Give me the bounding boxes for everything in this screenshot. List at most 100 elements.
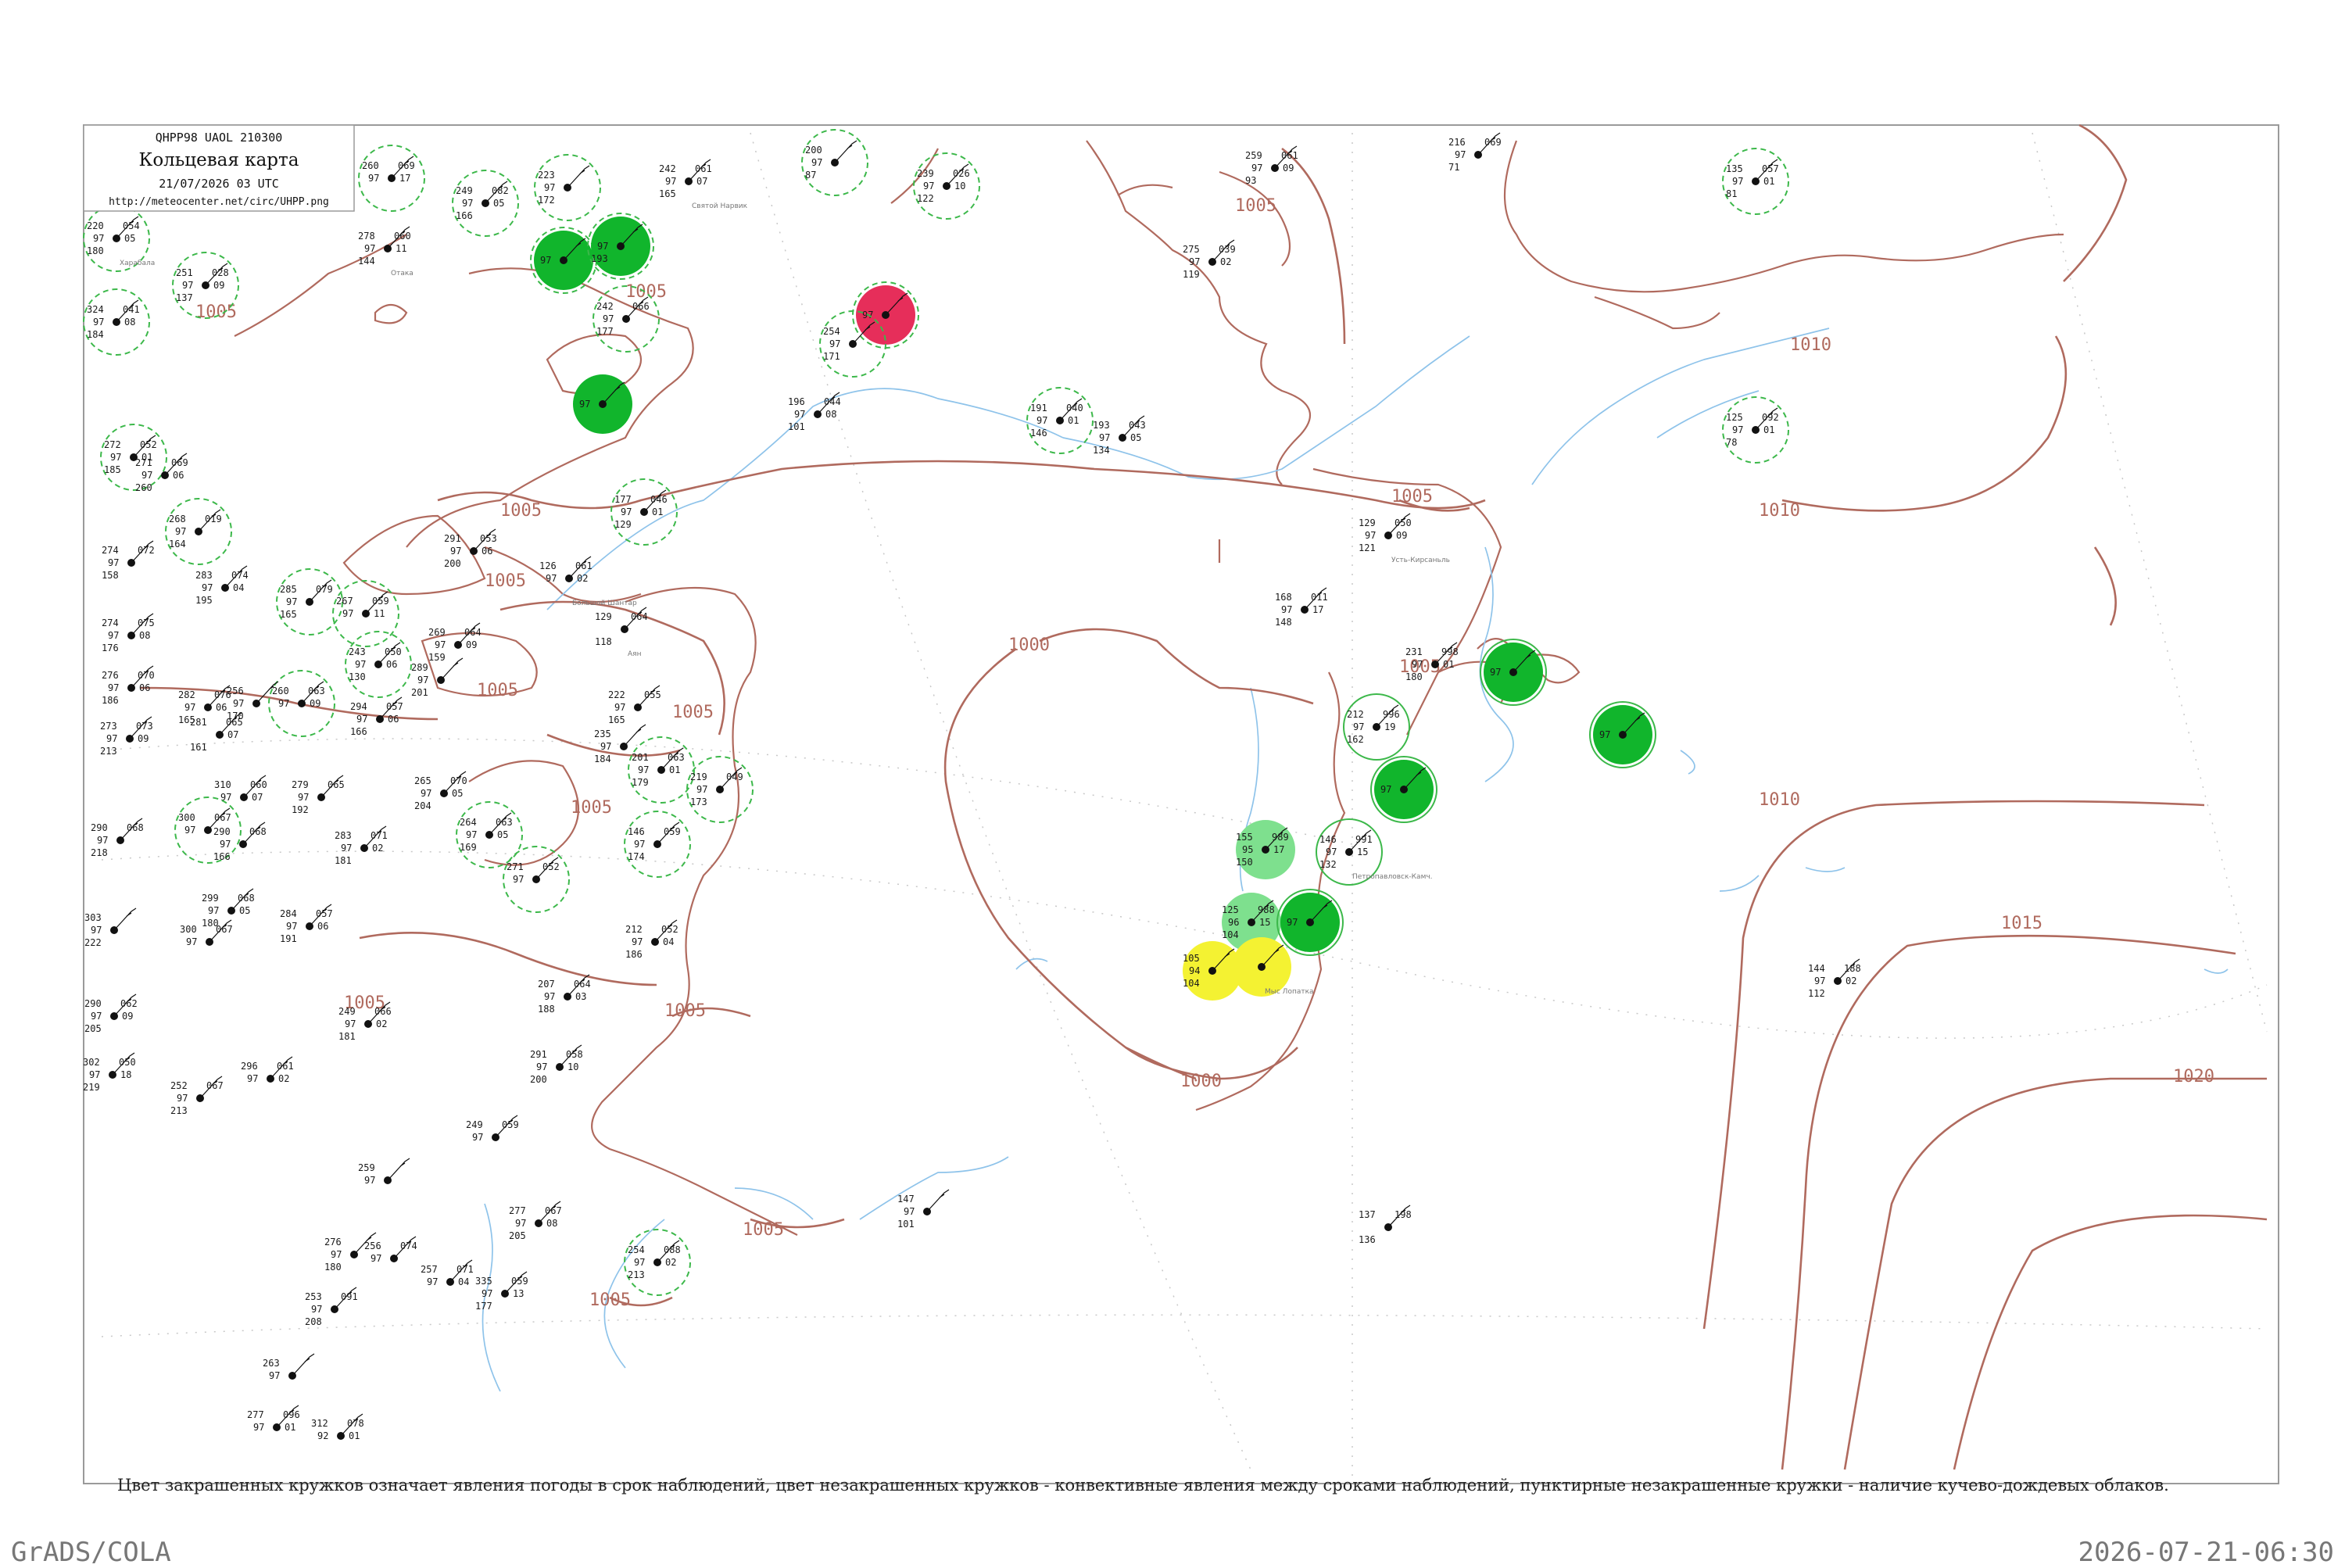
station-dewpoint: 201 [411, 687, 428, 698]
station-pressure: 300 [178, 812, 195, 823]
station-weather-code: 08 [825, 409, 836, 420]
isobar-label: 1005 [1391, 487, 1433, 507]
station-weather-code: 08 [546, 1218, 557, 1229]
station-temperature: 97 [1814, 976, 1825, 986]
station-name: Святой Нарвик [692, 202, 748, 210]
station-temperature: 97 [904, 1206, 915, 1217]
isobar-label: 1005 [664, 1001, 706, 1021]
station-dewpoint: 87 [805, 170, 816, 181]
station-pressure: 283 [335, 830, 352, 841]
station-temperature: 97 [371, 1253, 381, 1264]
station-dewpoint: 218 [91, 847, 108, 858]
isobar-label: 1005 [571, 798, 612, 818]
station-weather-code: 09 [1283, 163, 1294, 174]
station-pressure: 278 [358, 231, 375, 242]
station-temperature: 97 [364, 243, 375, 254]
station-pressure: 222 [608, 689, 625, 700]
station-pressure-tendency: 070 [450, 775, 467, 786]
station-pressure: 256 [227, 686, 244, 696]
station-pressure: 219 [690, 771, 707, 782]
station-temperature: 97 [345, 1018, 356, 1029]
station-temperature: 97 [298, 792, 309, 803]
station-pressure-tendency: 052 [661, 924, 678, 935]
station-pressure: 275 [1183, 244, 1200, 255]
isobar-label: 1005 [589, 1291, 631, 1310]
station-temperature: 97 [515, 1218, 526, 1229]
station-pressure: 200 [805, 145, 822, 156]
station-weather-code: 06 [386, 659, 397, 670]
station-pressure: 263 [263, 1358, 280, 1369]
station-weather-code: 03 [575, 991, 586, 1002]
station-dewpoint: 130 [349, 671, 366, 682]
station-temperature: 97 [110, 452, 121, 463]
station-pressure: 271 [507, 861, 524, 872]
station-dewpoint: 165 [659, 188, 676, 199]
station-plot: 97 [1589, 701, 1656, 768]
station-pressure: 271 [135, 457, 152, 468]
station-pressure-tendency: 071 [456, 1264, 474, 1275]
station-pressure: 274 [102, 545, 119, 556]
station-pressure-tendency: 068 [249, 826, 267, 837]
station-pressure: 291 [444, 533, 461, 544]
station-weather-code: 08 [139, 630, 150, 641]
station-temperature: 97 [1365, 530, 1376, 541]
station-pressure-tendency: 011 [1311, 592, 1328, 603]
station-temperature: 96 [1228, 917, 1239, 928]
station-temperature: 97 [600, 741, 611, 752]
station-dewpoint: 137 [176, 292, 193, 303]
station-pressure: 125 [1222, 904, 1239, 915]
station-pressure: 129 [595, 611, 612, 622]
station-dewpoint: 222 [84, 937, 102, 948]
station-weather-code: 01 [349, 1430, 360, 1441]
station-pressure-tendency: 046 [650, 494, 668, 505]
station-weather-code: 05 [493, 198, 504, 209]
station-pressure-tendency: 078 [347, 1418, 364, 1429]
station-name: Аян [628, 650, 642, 658]
station-pressure: 285 [280, 584, 297, 595]
station-pressure: 291 [530, 1049, 547, 1060]
station-temperature: 97 [435, 639, 446, 650]
station-pressure: 254 [823, 326, 840, 337]
station-pressure: 269 [428, 627, 446, 638]
station-temperature: 97 [91, 925, 102, 936]
station-pressure: 144 [1808, 963, 1825, 974]
station-temperature: 97 [794, 409, 805, 420]
station-temperature: 97 [829, 338, 840, 349]
station-temperature: 97 [278, 698, 289, 709]
station-dewpoint: 174 [628, 851, 645, 862]
station-temperature: 97 [89, 1069, 100, 1080]
station-temperature: 97 [253, 1422, 264, 1433]
station-pressure: 105 [1183, 953, 1200, 964]
station-dewpoint: 150 [1236, 857, 1253, 868]
station-pressure: 277 [247, 1409, 264, 1420]
station-weather-code: 02 [372, 843, 383, 854]
station-temperature: 97 [286, 921, 297, 932]
station-temperature: 97 [286, 596, 297, 607]
station-pressure-tendency: 067 [214, 812, 231, 823]
station-temperature: 97 [184, 825, 195, 836]
station-dewpoint: 122 [917, 193, 934, 204]
station-dewpoint: 121 [1359, 542, 1376, 553]
station-pressure: 212 [625, 924, 643, 935]
footer-software: GrADS/COLA [11, 1537, 171, 1568]
station-weather-code: 06 [216, 702, 227, 713]
title-header: QHPP98 UAOL 210300 [156, 131, 283, 145]
station-pressure: 155 [1236, 832, 1253, 843]
station-pressure-tendency: 074 [400, 1240, 417, 1251]
station-pressure-tendency: 092 [1762, 412, 1779, 423]
station-pressure: 212 [1347, 709, 1364, 720]
station-pressure-tendency: 053 [480, 533, 497, 544]
station-temperature: 97 [513, 874, 524, 885]
station-pressure-tendency: 991 [1355, 834, 1373, 845]
station-pressure-tendency: 988 [1258, 904, 1275, 915]
station-pressure: 253 [305, 1291, 322, 1302]
station-weather-code: 01 [285, 1422, 295, 1433]
station-temperature: 97 [696, 784, 707, 795]
station-dewpoint: 159 [428, 652, 446, 663]
station-pressure-tendency: 052 [542, 861, 560, 872]
station-pressure-tendency: 070 [138, 670, 155, 681]
station-plot: 97 [1370, 756, 1437, 823]
station-plot: 97 [1480, 639, 1547, 706]
station-pressure-tendency: 063 [308, 686, 325, 696]
station-pressure-tendency: 096 [283, 1409, 300, 1420]
